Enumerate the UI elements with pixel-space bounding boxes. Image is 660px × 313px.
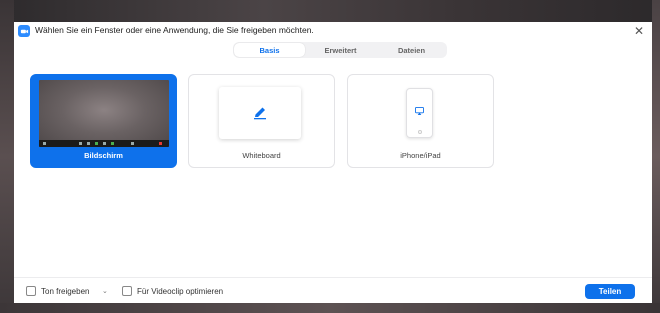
close-button[interactable]: ✕: [632, 24, 646, 38]
tab-bar: Basis Erweitert Dateien: [233, 42, 447, 58]
phone-home-button: [418, 130, 422, 134]
share-sound-label[interactable]: Ton freigeben: [41, 287, 89, 296]
optimize-video-label[interactable]: Für Videoclip optimieren: [137, 287, 223, 296]
tab-erweitert[interactable]: Erweitert: [305, 43, 376, 57]
optimize-video-checkbox[interactable]: [122, 286, 132, 296]
share-button[interactable]: Teilen: [585, 284, 635, 299]
close-icon: ✕: [633, 24, 645, 38]
tab-dateien[interactable]: Dateien: [376, 43, 447, 57]
source-label-iphone-ipad: iPhone/iPad: [400, 151, 441, 160]
footer-bar: Ton freigeben ⌄ Für Videoclip optimieren…: [14, 278, 652, 303]
airplay-icon: [415, 107, 424, 115]
desktop-background-right: [652, 0, 660, 313]
share-sound-checkbox[interactable]: [26, 286, 36, 296]
desktop-thumbnail: [39, 80, 169, 147]
title-bar: Wählen Sie ein Fenster oder eine Anwendu…: [14, 22, 652, 42]
phone-preview: [406, 88, 433, 138]
desktop-background-left: [0, 0, 14, 313]
chevron-down-icon[interactable]: ⌄: [102, 287, 108, 295]
source-label-bildschirm: Bildschirm: [84, 151, 123, 160]
pen-icon: [254, 107, 266, 120]
source-label-whiteboard: Whiteboard: [242, 151, 281, 160]
desktop-background-top: [0, 0, 660, 22]
thumbnail-taskbar: [39, 140, 169, 147]
tab-basis[interactable]: Basis: [234, 43, 305, 57]
zoom-app-icon: [18, 25, 30, 37]
dialog-title: Wählen Sie ein Fenster oder eine Anwendu…: [35, 25, 314, 35]
desktop-background-bottom: [0, 303, 660, 313]
whiteboard-preview: [219, 87, 301, 139]
source-card-whiteboard[interactable]: Whiteboard: [188, 74, 335, 168]
share-screen-dialog: Wählen Sie ein Fenster oder eine Anwendu…: [14, 22, 652, 303]
source-card-iphone-ipad[interactable]: iPhone/iPad: [347, 74, 494, 168]
source-card-bildschirm[interactable]: Bildschirm: [30, 74, 177, 168]
